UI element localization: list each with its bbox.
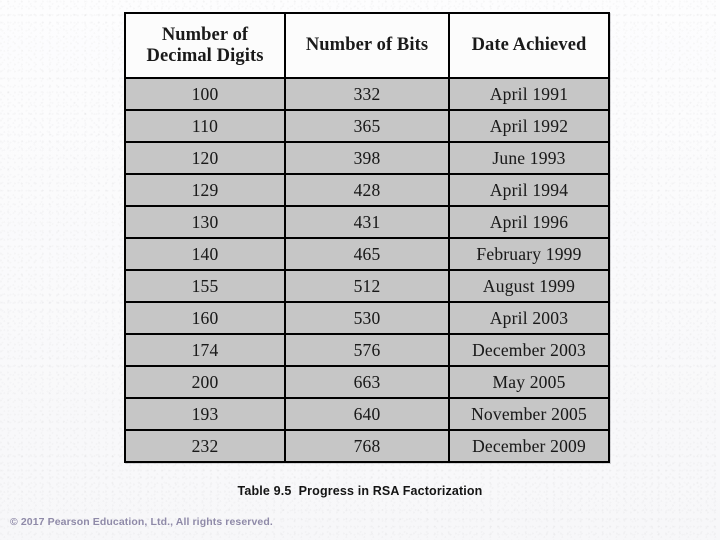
table-header: Number of Decimal Digits Number of Bits … — [124, 12, 610, 79]
cell-decimal-digits: 129 — [124, 173, 286, 207]
column-header-date-achieved: Date Achieved — [448, 12, 610, 79]
cell-number-of-bits: 365 — [284, 109, 450, 143]
cell-date-achieved: April 1996 — [448, 205, 610, 239]
cell-date-achieved: April 1994 — [448, 173, 610, 207]
cell-date-achieved: December 2003 — [448, 333, 610, 367]
cell-number-of-bits: 332 — [284, 77, 450, 111]
rsa-factorization-table-figure: Number of Decimal Digits Number of Bits … — [124, 12, 610, 463]
table-row: 110 365 April 1992 — [124, 109, 610, 143]
table-row: 130 431 April 1996 — [124, 205, 610, 239]
column-header-decimal-digits-line2: Decimal Digits — [146, 45, 264, 66]
table-row: 100 332 April 1991 — [124, 77, 610, 111]
cell-date-achieved: May 2005 — [448, 365, 610, 399]
slide-canvas: Number of Decimal Digits Number of Bits … — [0, 0, 720, 540]
copyright-notice: © 2017 Pearson Education, Ltd., All righ… — [10, 516, 273, 528]
cell-number-of-bits: 768 — [284, 429, 450, 463]
column-header-number-of-bits: Number of Bits — [284, 12, 450, 79]
column-header-date-achieved-line1: Date Achieved — [471, 35, 587, 56]
cell-date-achieved: December 2009 — [448, 429, 610, 463]
cell-date-achieved: April 1992 — [448, 109, 610, 143]
cell-decimal-digits: 174 — [124, 333, 286, 367]
cell-number-of-bits: 428 — [284, 173, 450, 207]
cell-number-of-bits: 640 — [284, 397, 450, 431]
table-row: 174 576 December 2003 — [124, 333, 610, 367]
cell-date-achieved: August 1999 — [448, 269, 610, 303]
cell-number-of-bits: 398 — [284, 141, 450, 175]
table-row: 129 428 April 1994 — [124, 173, 610, 207]
cell-decimal-digits: 140 — [124, 237, 286, 271]
cell-date-achieved: April 1991 — [448, 77, 610, 111]
column-header-decimal-digits-line1: Number of — [161, 24, 249, 45]
rsa-progress-table: Number of Decimal Digits Number of Bits … — [124, 12, 610, 463]
cell-date-achieved: June 1993 — [448, 141, 610, 175]
table-caption: Table 9.5 Progress in RSA Factorization — [237, 484, 483, 498]
table-body: 100 332 April 1991 110 365 April 1992 12… — [124, 77, 610, 463]
cell-number-of-bits: 530 — [284, 301, 450, 335]
column-header-number-of-bits-line1: Number of Bits — [305, 35, 429, 56]
table-row: 200 663 May 2005 — [124, 365, 610, 399]
cell-decimal-digits: 232 — [124, 429, 286, 463]
column-header-decimal-digits: Number of Decimal Digits — [124, 12, 286, 79]
cell-decimal-digits: 200 — [124, 365, 286, 399]
table-row: 155 512 August 1999 — [124, 269, 610, 303]
cell-number-of-bits: 431 — [284, 205, 450, 239]
cell-number-of-bits: 576 — [284, 333, 450, 367]
cell-date-achieved: April 2003 — [448, 301, 610, 335]
cell-number-of-bits: 465 — [284, 237, 450, 271]
cell-decimal-digits: 193 — [124, 397, 286, 431]
table-header-row: Number of Decimal Digits Number of Bits … — [124, 12, 610, 79]
table-row: 160 530 April 2003 — [124, 301, 610, 335]
cell-decimal-digits: 100 — [124, 77, 286, 111]
table-row: 193 640 November 2005 — [124, 397, 610, 431]
cell-decimal-digits: 120 — [124, 141, 286, 175]
table-row: 140 465 February 1999 — [124, 237, 610, 271]
cell-number-of-bits: 663 — [284, 365, 450, 399]
table-row: 232 768 December 2009 — [124, 429, 610, 463]
cell-date-achieved: November 2005 — [448, 397, 610, 431]
cell-decimal-digits: 130 — [124, 205, 286, 239]
table-row: 120 398 June 1993 — [124, 141, 610, 175]
cell-decimal-digits: 160 — [124, 301, 286, 335]
cell-decimal-digits: 155 — [124, 269, 286, 303]
cell-decimal-digits: 110 — [124, 109, 286, 143]
cell-date-achieved: February 1999 — [448, 237, 610, 271]
cell-number-of-bits: 512 — [284, 269, 450, 303]
